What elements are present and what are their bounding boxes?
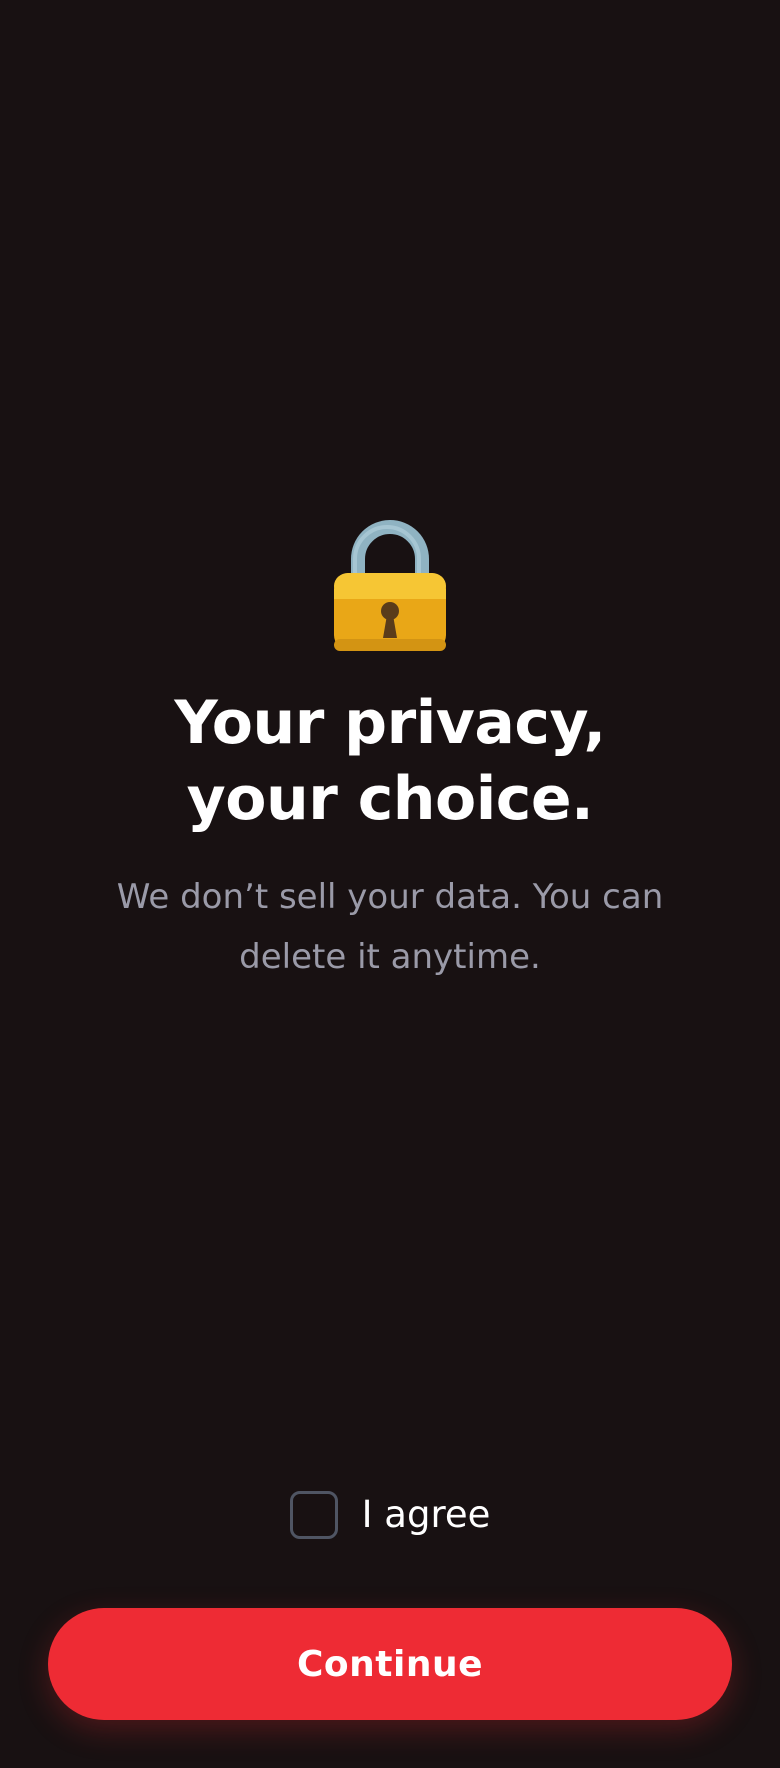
agree-checkbox[interactable] <box>289 1491 338 1539</box>
agree-label[interactable]: I agree <box>362 1491 491 1539</box>
agree-row[interactable]: I agree <box>0 1491 780 1539</box>
privacy-consent-screen: Your privacy, your choice. We don’t sell… <box>0 0 780 1768</box>
lock-icon <box>334 520 446 651</box>
page-title: Your privacy, your choice. <box>174 688 606 834</box>
page-subtitle: We don’t sell your data. You can delete … <box>116 877 664 977</box>
continue-button[interactable]: Continue <box>48 1608 732 1720</box>
hero-section: Your privacy, your choice. We don’t sell… <box>0 515 780 987</box>
